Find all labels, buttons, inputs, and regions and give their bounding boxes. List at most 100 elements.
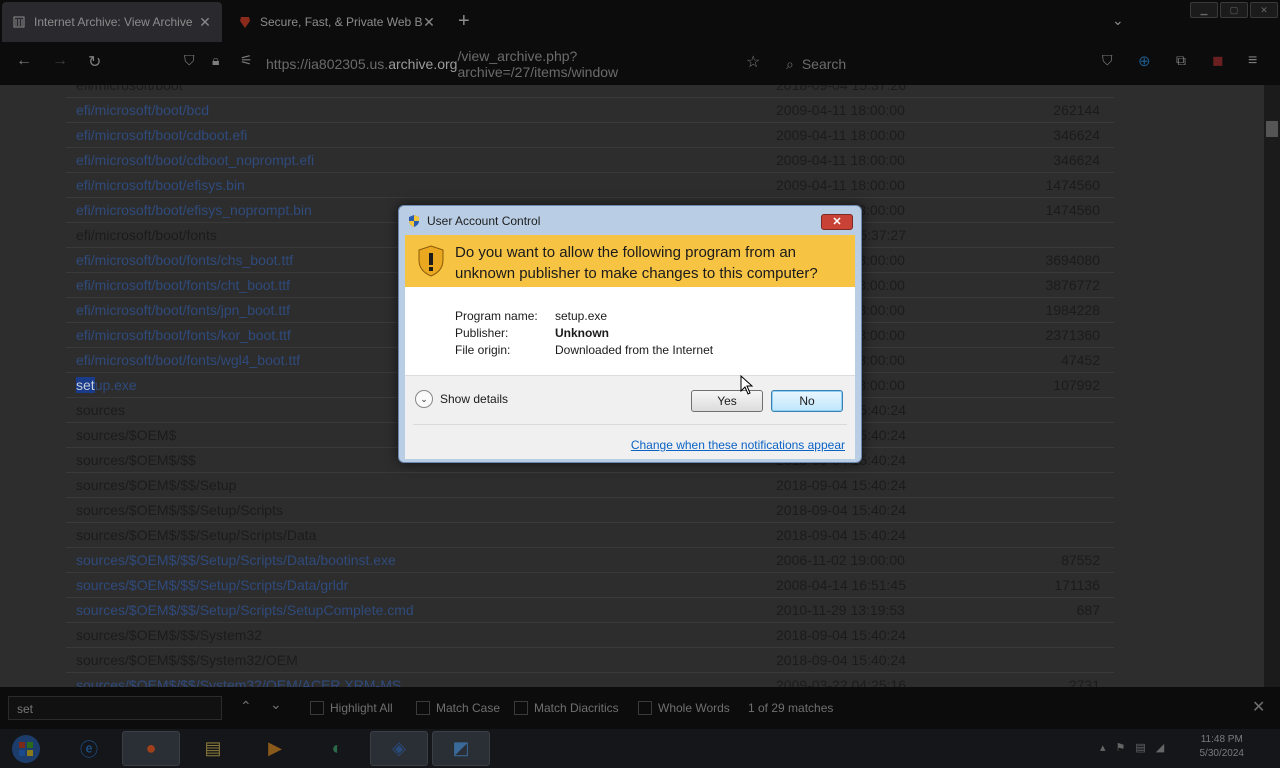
file-link[interactable]: sources/$OEM$/$$/Setup/Scripts/Data/grld…: [76, 577, 348, 593]
uac-warning-banner: Do you want to allow the following progr…: [405, 235, 855, 287]
match-diacritics-label: Match Diacritics: [534, 701, 619, 715]
folder-name: sources/$OEM$/$$/Setup/Scripts: [76, 502, 283, 518]
maximize-icon[interactable]: ▢: [1220, 2, 1248, 18]
modified-date: 2009-04-11 18:00:00: [776, 127, 905, 143]
media-player-icon[interactable]: ▶: [246, 731, 304, 766]
program-name-value: setup.exe: [555, 309, 608, 323]
new-tab-button[interactable]: +: [458, 10, 470, 33]
pocket-icon[interactable]: ⛉: [1102, 52, 1113, 69]
find-previous-icon[interactable]: ⌃: [240, 698, 252, 715]
menu-icon[interactable]: ≡: [1248, 52, 1257, 70]
file-link[interactable]: efi/microsoft/boot/cdboot_noprompt.efi: [76, 152, 314, 168]
folder-name: sources/$OEM$/$$/System32/OEM: [76, 652, 298, 668]
file-size: 687: [1076, 602, 1100, 618]
bookmark-star-icon[interactable]: ☆: [746, 52, 760, 72]
uac-title: User Account Control: [427, 214, 541, 228]
uac-footer: ⌄ Show details Yes No Change when these …: [405, 375, 855, 459]
file-size: 346624: [1053, 127, 1100, 143]
file-link[interactable]: efi/microsoft/boot/fonts/cht_boot.ttf: [76, 277, 290, 293]
file-link[interactable]: sources/$OEM$/$$/System32/OEM/ACER.XRM-M…: [76, 677, 401, 687]
firefox-icon[interactable]: ●: [122, 731, 180, 766]
highlight-all-checkbox[interactable]: Highlight All: [310, 701, 393, 715]
file-link[interactable]: efi/microsoft/boot/fonts/wgl4_boot.ttf: [76, 352, 300, 368]
file-size: 2371360: [1045, 327, 1100, 343]
minimize-icon[interactable]: ▁: [1190, 2, 1218, 18]
divider: [413, 424, 847, 425]
tab-brave[interactable]: Secure, Fast, & Private Web B ✕: [228, 2, 446, 42]
forward-icon[interactable]: →: [52, 52, 68, 70]
file-link[interactable]: efi/microsoft/boot/cdboot.efi: [76, 127, 247, 143]
find-input[interactable]: set: [8, 696, 222, 720]
file-explorer-icon[interactable]: ▤: [184, 731, 242, 766]
file-size: 47452: [1061, 352, 1100, 368]
show-details-toggle[interactable]: ⌄ Show details: [415, 390, 508, 408]
close-icon[interactable]: ✕: [1250, 2, 1278, 18]
page-scrollbar[interactable]: [1264, 85, 1280, 687]
file-size: 1984228: [1045, 302, 1100, 318]
file-link[interactable]: efi/microsoft/boot/efisys.bin: [76, 177, 245, 193]
tab-close-icon[interactable]: ✕: [422, 14, 436, 31]
publisher-value: Unknown: [555, 326, 609, 340]
match-diacritics-checkbox[interactable]: Match Diacritics: [514, 701, 619, 715]
lock-icon[interactable]: 🔒︎: [212, 52, 219, 69]
file-origin-value: Downloaded from the Internet: [555, 343, 714, 357]
archive-icon: [12, 15, 26, 29]
modified-date: 2010-11-29 13:19:53: [776, 602, 905, 618]
file-link[interactable]: efi/microsoft/boot/fonts/kor_boot.ttf: [76, 327, 291, 343]
file-origin-label: File origin:: [455, 343, 511, 357]
downloads-icon[interactable]: ⊕: [1138, 52, 1151, 70]
folder-name: efi/microsoft/boot: [76, 85, 183, 93]
back-icon[interactable]: ←: [16, 52, 32, 70]
mouse-cursor-icon: [740, 375, 754, 395]
tab-close-icon[interactable]: ✕: [198, 14, 212, 31]
file-link[interactable]: setup.exe: [76, 377, 137, 393]
tab-strip: Internet Archive: View Archive ✕ Secure,…: [0, 0, 1280, 44]
uac-shield-icon: [409, 215, 419, 227]
tracking-protection-icon[interactable]: ⛉: [184, 52, 195, 69]
match-case-checkbox[interactable]: Match Case: [416, 701, 500, 715]
change-notifications-link[interactable]: Change when these notifications appear: [631, 438, 845, 452]
find-close-icon[interactable]: ✕: [1252, 697, 1265, 717]
search-placeholder: Search: [801, 56, 847, 72]
file-size: 107992: [1053, 377, 1100, 393]
program-name-label: Program name:: [455, 309, 538, 323]
system-tray-icons[interactable]: ▴⚑▤◢: [1100, 741, 1174, 754]
addon-icon[interactable]: ◼: [1212, 52, 1224, 69]
modified-date: 2009-04-11 18:00:00: [776, 177, 905, 193]
table-row: sources/$OEM$/$$/Setup/Scripts/Data 2018-…: [66, 523, 1114, 548]
list-tabs-chevron-icon[interactable]: ⌄: [1112, 12, 1124, 29]
whole-words-checkbox[interactable]: Whole Words: [638, 701, 730, 715]
file-link[interactable]: sources/$OEM$/$$/Setup/Scripts/Data/boot…: [76, 552, 396, 568]
table-row: sources/$OEM$/$$/System32 2018-09-04 15:4…: [66, 623, 1114, 648]
search-box[interactable]: ⌕ Search: [786, 50, 1086, 78]
modified-date: 2006-11-02 19:00:00: [776, 552, 905, 568]
brave-icon: [238, 15, 252, 29]
tab-internet-archive[interactable]: Internet Archive: View Archive ✕: [2, 2, 222, 42]
uac-body: Do you want to allow the following progr…: [405, 235, 855, 459]
reload-icon[interactable]: ↻: [88, 52, 101, 72]
table-row: sources/$OEM$/$$/System32/OEM 2018-09-04 …: [66, 648, 1114, 673]
file-link[interactable]: efi/microsoft/boot/bcd: [76, 102, 209, 118]
internet-explorer-icon[interactable]: ⓔ: [60, 731, 118, 766]
highlight-all-label: Highlight All: [330, 701, 393, 715]
clock[interactable]: 11:48 PM 5/30/2024: [1200, 733, 1245, 761]
no-button[interactable]: No: [771, 390, 843, 412]
file-link[interactable]: sources/$OEM$/$$/Setup/Scripts/SetupComp…: [76, 602, 414, 618]
file-link[interactable]: efi/microsoft/boot/fonts/jpn_boot.ttf: [76, 302, 290, 318]
file-link[interactable]: efi/microsoft/boot/fonts/chs_boot.ttf: [76, 252, 293, 268]
scrollbar-thumb[interactable]: [1266, 121, 1278, 137]
window-controls: ▁ ▢ ✕: [1190, 2, 1278, 18]
app-icon[interactable]: ◐: [308, 731, 366, 766]
url-host: archive.org: [388, 56, 458, 72]
file-link[interactable]: efi/microsoft/boot/efisys_noprompt.bin: [76, 202, 312, 218]
uac-close-button[interactable]: ✕: [821, 214, 853, 230]
uac-dialog: User Account Control ✕ Do you want to al…: [398, 205, 862, 463]
start-button[interactable]: [6, 731, 46, 766]
extensions-icon[interactable]: ⧉: [1176, 52, 1186, 69]
find-next-icon[interactable]: ⌄: [270, 696, 282, 713]
permissions-icon[interactable]: ⚟: [240, 52, 253, 69]
match-case-label: Match Case: [436, 701, 501, 715]
virtualbox-icon[interactable]: ◈: [370, 731, 428, 766]
url-bar[interactable]: https://ia802305.us. archive.org/view_arc…: [266, 48, 736, 80]
xp-vm-icon[interactable]: ◩: [432, 731, 490, 766]
